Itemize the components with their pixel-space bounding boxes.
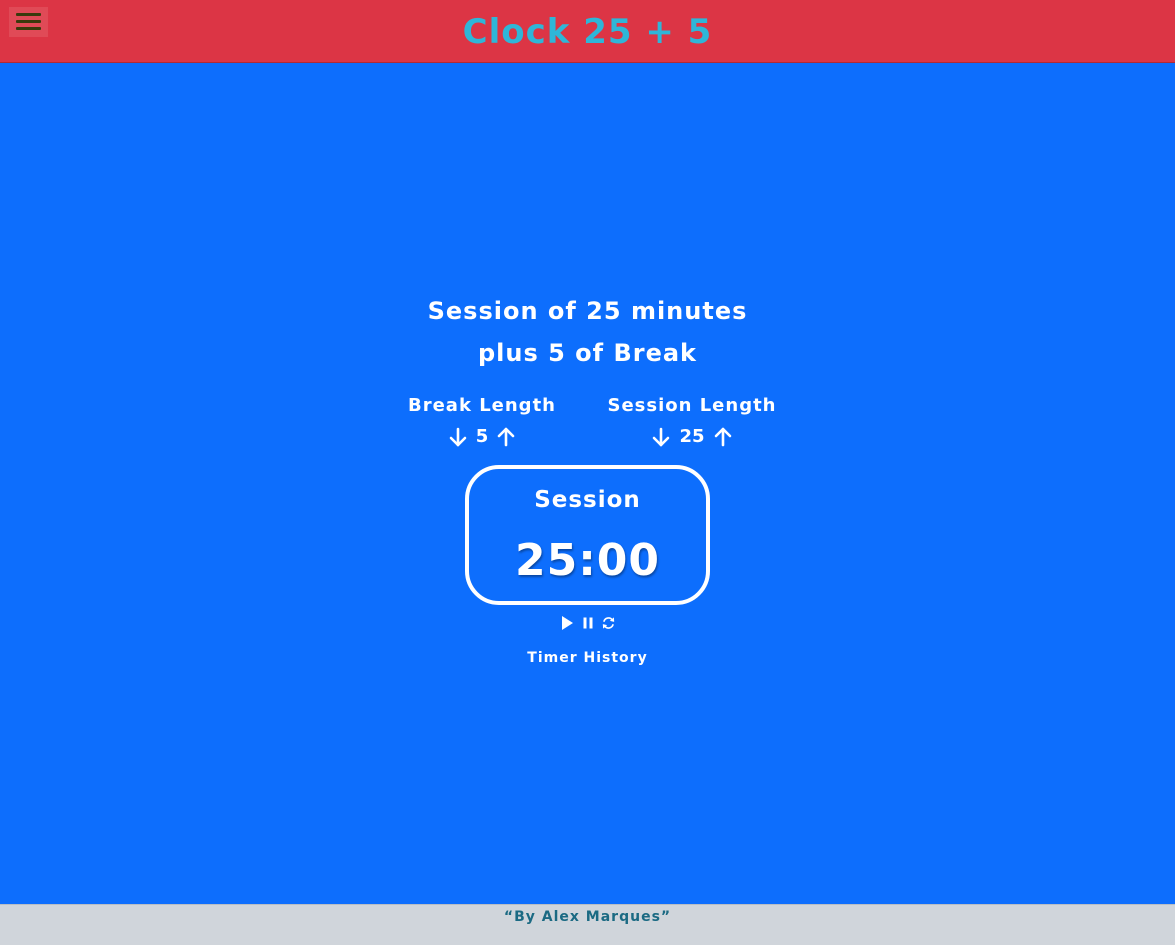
reset-button[interactable] xyxy=(601,613,616,633)
play-icon xyxy=(561,616,573,630)
timer-display: Session 25:00 xyxy=(465,465,710,605)
headline-break: plus 5 of Break xyxy=(477,339,698,367)
app-title: Clock 25 + 5 xyxy=(462,12,713,52)
arrow-down-icon xyxy=(449,427,467,447)
arrow-down-icon xyxy=(653,427,670,447)
break-increment-button[interactable] xyxy=(496,426,516,448)
timer-controls xyxy=(0,613,1175,633)
time-left: 25:00 xyxy=(514,535,661,586)
break-length-controls: 5 xyxy=(382,425,582,449)
break-decrement-button[interactable] xyxy=(448,426,468,448)
pause-button[interactable] xyxy=(580,613,595,633)
timer-label: Session xyxy=(534,487,641,513)
session-decrement-button[interactable] xyxy=(651,426,671,448)
app-footer: “By Alex Marques” xyxy=(0,904,1175,945)
session-length-group: Session Length 25 xyxy=(592,394,792,449)
headline-session: Session of 25 minutes xyxy=(427,297,748,325)
session-length-value: 25 xyxy=(679,426,705,447)
arrow-up-icon xyxy=(497,427,515,447)
session-increment-button[interactable] xyxy=(713,426,733,448)
timer-history-link[interactable]: Timer History xyxy=(0,648,1175,668)
footer-credit: “By Alex Marques” xyxy=(503,909,672,925)
break-length-label: Break Length xyxy=(408,395,556,416)
app-header: Clock 25 + 5 xyxy=(0,0,1175,63)
break-length-value: 5 xyxy=(475,426,489,447)
break-length-group: Break Length 5 xyxy=(382,394,582,449)
arrow-up-icon xyxy=(714,427,731,447)
pause-icon xyxy=(583,617,592,629)
start-button[interactable] xyxy=(559,613,574,633)
main-content: Session of 25 minutes plus 5 of Break Br… xyxy=(0,63,1175,904)
session-length-controls: 25 xyxy=(592,425,792,449)
refresh-icon xyxy=(602,617,615,629)
session-length-label: Session Length xyxy=(607,395,777,416)
